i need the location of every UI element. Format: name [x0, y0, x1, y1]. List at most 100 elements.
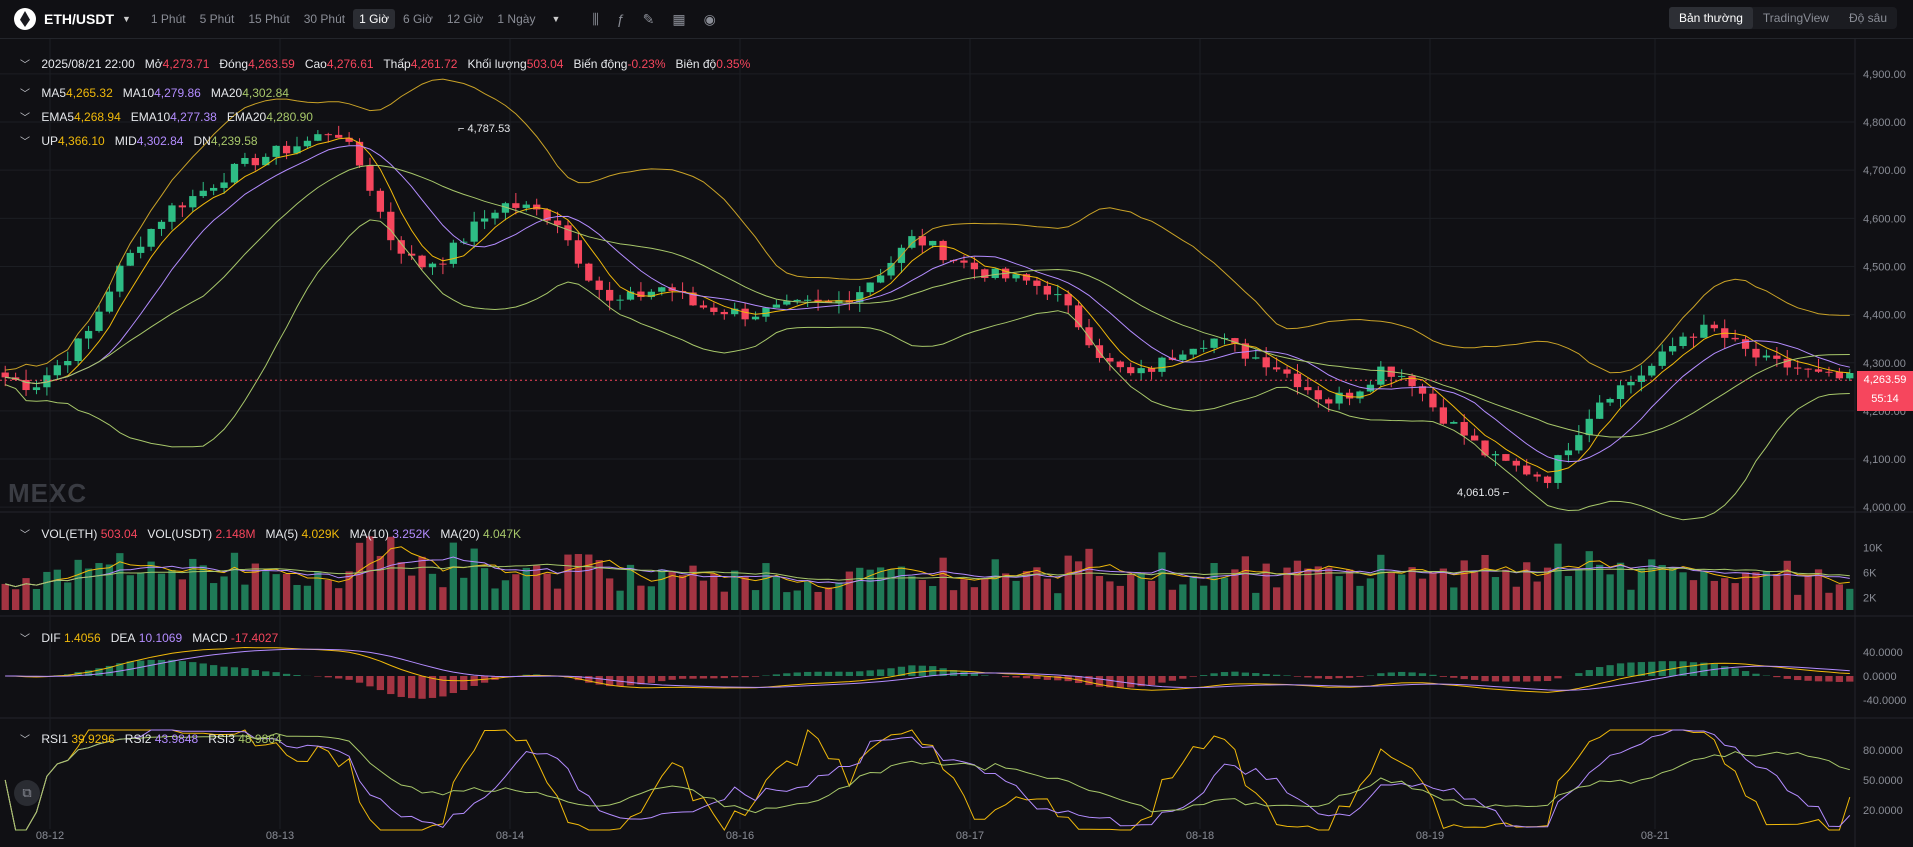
candle-body	[1085, 327, 1093, 346]
macd-bar	[668, 676, 676, 680]
candle-body	[387, 211, 395, 241]
macd-bar	[1752, 673, 1760, 676]
candle-body	[1262, 357, 1270, 368]
volume-bar	[1783, 560, 1791, 610]
volume-bar	[126, 575, 134, 610]
candle-body	[1689, 336, 1698, 338]
volume-bar	[1564, 576, 1573, 610]
candle-body	[574, 240, 583, 264]
ma5-label: MA5	[41, 86, 67, 100]
macd-bar	[251, 669, 259, 676]
macd-bar	[335, 676, 343, 679]
macd-bar	[439, 676, 447, 697]
candle-body	[522, 204, 530, 208]
macd-bar	[887, 668, 895, 676]
candle-body	[772, 304, 781, 308]
macd-bar	[1002, 676, 1010, 678]
macd-label: MACD	[192, 631, 228, 645]
vol-eth-label: VOL(ETH)	[41, 527, 98, 541]
volume-bar	[804, 581, 812, 610]
candle-body	[241, 158, 249, 164]
chart-mode-switch: Bản thường TradingView Độ sâu	[1668, 7, 1897, 29]
candle-body	[335, 134, 343, 138]
candlestick-chart[interactable]: 4,900.00 4,800.00 4,700.00 4,600.00 4,500.00…	[0, 39, 1913, 847]
candle-type-icon[interactable]: ⫼	[592, 11, 598, 28]
macd-bar	[699, 676, 708, 679]
tf-30m[interactable]: 30 Phút	[298, 9, 351, 29]
candle-body	[1606, 399, 1614, 403]
price-axis-tick: 4,700.00	[1863, 165, 1906, 177]
volume-bar	[918, 580, 926, 610]
vol-usdt-label: VOL(USDT)	[147, 527, 213, 541]
volume-bar	[230, 552, 239, 610]
ema20-label: EMA20	[226, 110, 267, 124]
collapse-chevron-icon[interactable]: ﹀	[20, 634, 30, 645]
candle-body	[137, 246, 145, 253]
candle-body	[1189, 348, 1197, 355]
macd-bar	[772, 674, 781, 676]
pair-dropdown-icon[interactable]: ▼	[122, 14, 131, 24]
macd-axis-tick: 0.0000	[1863, 671, 1897, 683]
candle-body	[491, 212, 499, 219]
pair-name[interactable]: ETH/USDT	[44, 11, 114, 27]
tf-1m[interactable]: 1 Phút	[145, 9, 192, 29]
macd-bar	[449, 676, 457, 694]
volume-bar	[147, 561, 155, 610]
tf-15m[interactable]: 15 Phút	[242, 9, 295, 29]
macd-bar	[220, 666, 228, 676]
macd-bar	[1585, 670, 1593, 676]
collapse-chevron-icon[interactable]: ﹀	[20, 137, 30, 148]
candle-body	[178, 205, 187, 208]
macd-bar	[1450, 676, 1458, 678]
volume-bar	[480, 568, 489, 610]
indicator-icon[interactable]: ƒ	[617, 11, 625, 27]
volume-bar	[585, 554, 593, 610]
collapse-chevron-icon[interactable]: ﹀	[20, 530, 30, 541]
draw-icon[interactable]: ✎	[643, 11, 655, 28]
candle-body	[1033, 280, 1041, 286]
collapse-chevron-icon[interactable]: ﹀	[20, 113, 30, 124]
collapse-chevron-icon[interactable]: ﹀	[20, 89, 30, 100]
min-price-label: 4,061.05 ⌐	[1457, 487, 1509, 499]
candle-body	[1, 372, 9, 378]
tf-5m[interactable]: 5 Phút	[194, 9, 241, 29]
macd-bar	[1825, 676, 1833, 682]
volume-bar	[1679, 572, 1687, 610]
top-toolbar: ETH/USDT ▼ 1 Phút 5 Phút 15 Phút 30 Phút…	[0, 0, 1913, 39]
collapse-chevron-icon[interactable]: ﹀	[20, 60, 30, 71]
candle-body	[970, 262, 979, 270]
candle-body	[1835, 371, 1844, 379]
timeframe-dropdown-icon[interactable]: ▼	[551, 14, 560, 24]
volume-bar	[1460, 560, 1468, 610]
mode-tradingview[interactable]: TradingView	[1753, 7, 1839, 29]
layout-grid-icon[interactable]: ▦	[672, 11, 685, 28]
tf-6h[interactable]: 6 Giờ	[397, 9, 439, 29]
candle-body	[64, 361, 72, 366]
volume-bar	[1137, 573, 1145, 610]
volume-bar	[428, 573, 437, 610]
tf-1d[interactable]: 1 Ngày	[491, 9, 541, 29]
volume-bar	[1345, 569, 1354, 610]
macd-bar	[1429, 674, 1437, 676]
volume-bar	[929, 586, 937, 610]
camera-icon[interactable]: ◉	[704, 11, 716, 28]
vol-ma20-value: 4.047K	[483, 527, 522, 541]
mode-depth[interactable]: Độ sâu	[1839, 7, 1897, 29]
macd-bar	[876, 669, 885, 676]
mode-basic[interactable]: Bản thường	[1668, 7, 1753, 29]
collapse-chevron-icon[interactable]: ﹀	[20, 735, 30, 746]
tf-12h[interactable]: 12 Giờ	[441, 9, 490, 29]
rsi2-value: 43.9848	[154, 732, 199, 746]
candle-body	[720, 311, 728, 315]
candle-body	[751, 316, 760, 320]
volume-bar	[11, 589, 20, 610]
candle-body	[1325, 399, 1333, 404]
candle-body	[74, 338, 82, 362]
volume-bar	[553, 588, 562, 610]
volume-bar	[1554, 543, 1562, 610]
volume-bar	[157, 573, 166, 610]
layout-toggle-button[interactable]: ⧉	[14, 780, 40, 806]
volume-bar	[606, 578, 614, 610]
tf-1h[interactable]: 1 Giờ	[353, 9, 395, 29]
candle-body	[1116, 361, 1124, 368]
